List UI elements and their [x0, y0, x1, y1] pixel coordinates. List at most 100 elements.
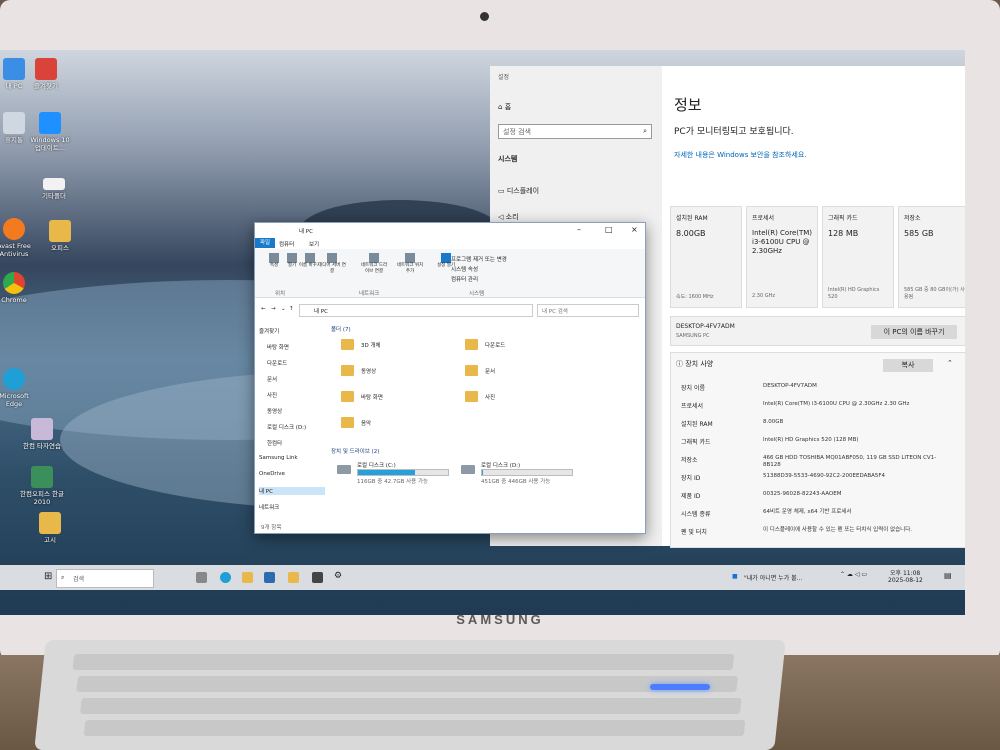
sidebar-item-display[interactable]: ▭ 디스플레이	[498, 186, 539, 196]
drive-d-usage-fill	[482, 470, 483, 475]
nav-item[interactable]: 다운로드	[267, 359, 287, 367]
ribbon-tabs: 파일 컴퓨터 보기	[255, 238, 645, 248]
content-pane: 폴더 (7) 3D 개체 다운로드 동영상 문서 바탕 화면 사진 음악 장치 및 드라이브…	[331, 323, 641, 519]
drive-c-usage-fill	[358, 470, 415, 475]
typing-app-icon	[31, 418, 53, 440]
start-button[interactable]: ⊞	[44, 571, 52, 582]
home-nav[interactable]: ⌂ 홈	[498, 102, 511, 112]
desktop-icon-edge[interactable]: Microsoft Edge	[0, 368, 36, 408]
desktop-icon-windows-update[interactable]: Windows 10 업데이트...	[28, 112, 72, 152]
taskbar-search-input[interactable]: ⌕ 검색	[56, 569, 154, 588]
nav-item[interactable]: Samsung Link	[259, 455, 298, 461]
search-icon: ⌕	[61, 574, 65, 581]
task-view-icon[interactable]	[196, 572, 207, 583]
webcam	[480, 12, 489, 21]
drive-c[interactable]: 로컬 디스크 (C:) 116GB 중 42.7GB 사용 가능	[337, 461, 467, 485]
close-icon[interactable]: ×	[631, 225, 638, 234]
explorer-search-input[interactable]: 내 PC 검색	[537, 304, 639, 317]
sidebar-item-sound[interactable]: ◁ 소리	[498, 212, 519, 222]
forward-arrow-icon[interactable]: →	[271, 306, 276, 312]
ribbon-command[interactable]: 네트워크 위치 추가	[395, 253, 425, 275]
monitor-brand-logo: SAMSUNG	[456, 612, 544, 627]
copy-button[interactable]: 복사	[883, 359, 933, 372]
tab-view[interactable]: 보기	[309, 240, 319, 248]
file-explorer-icon[interactable]	[242, 572, 253, 583]
tab-file[interactable]: 파일	[255, 238, 275, 248]
ribbon-command-icon	[405, 253, 415, 263]
ribbon-computer-management[interactable]: 컴퓨터 관리	[451, 275, 478, 283]
nav-item[interactable]: 로컬 디스크 (D:)	[267, 423, 306, 431]
windows-logo-icon	[39, 112, 61, 134]
minimize-icon[interactable]: –	[577, 225, 581, 234]
avast-icon	[3, 218, 25, 240]
nav-item[interactable]: 한컴타	[267, 439, 282, 447]
spec-value: 64비트 운영 체제, x64 기반 프로세서	[763, 509, 852, 515]
folder-icon[interactable]	[288, 572, 299, 583]
ribbon-system-properties[interactable]: 시스템 속성	[451, 265, 478, 273]
settings-section-label: 시스템	[498, 155, 518, 163]
gear-icon[interactable]: ⚙	[334, 571, 342, 581]
ram-card: 설치된 RAM 8.00GB 속도: 1600 MHz	[670, 206, 742, 308]
nav-item[interactable]: 바탕 화면	[267, 343, 289, 351]
desktop-icon-avast[interactable]: Avast Free Antivirus	[0, 218, 36, 258]
info-icon: ⓘ	[676, 360, 683, 368]
drives-header[interactable]: 장치 및 드라이브 (2)	[331, 447, 379, 455]
ribbon-command-icon	[369, 253, 379, 263]
folder-label: 사진	[485, 395, 496, 401]
specs-header[interactable]: ⓘ 장치 사양	[676, 359, 713, 369]
nav-item[interactable]: 내 PC	[259, 487, 325, 495]
nav-item[interactable]: 동영상	[267, 407, 282, 415]
back-arrow-icon[interactable]: ←	[261, 306, 266, 312]
ribbon-command[interactable]: 네트워크 드라이브 연결	[359, 253, 389, 275]
clock-date[interactable]: 2025-08-12	[888, 577, 923, 584]
folders-header[interactable]: 폴더 (7)	[331, 325, 351, 333]
monitor-icon: ▭	[498, 187, 505, 195]
drive-d-usage-bar	[481, 469, 573, 476]
nav-item[interactable]: 사진	[267, 391, 277, 399]
spec-value: 이 디스플레이에 사용할 수 있는 펜 또는 터치식 입력이 없습니다.	[763, 527, 913, 533]
spec-label: 저장소	[681, 457, 698, 464]
ribbon-command[interactable]: 미디어 서버 연결	[317, 253, 347, 275]
spec-label: 시스템 종류	[681, 511, 711, 518]
drive-d[interactable]: 로컬 디스크 (D:) 451GB 중 446GB 사용 가능	[461, 461, 591, 485]
maximize-icon[interactable]: □	[605, 225, 613, 234]
tray-icons[interactable]: ⌃ ☁ ◁ ▭	[840, 571, 867, 578]
ribbon-command-label: 네트워크 드라이브 연결	[360, 263, 388, 274]
edge-icon[interactable]	[220, 572, 231, 583]
desktop-icon-misc[interactable]: 기타폴더	[32, 178, 76, 200]
desktop-icon-favorites[interactable]: 즐겨찾기	[24, 58, 68, 90]
ribbon-command-label: 미디어 서버 연결	[318, 263, 346, 274]
nav-item[interactable]: 문서	[267, 375, 277, 383]
tab-computer[interactable]: 컴퓨터	[279, 240, 294, 248]
desktop-icon-typing[interactable]: 한컴 타자연습	[20, 418, 64, 450]
ribbon-uninstall[interactable]: 프로그램 제거 또는 변경	[451, 255, 507, 263]
desktop-icon-folder-gosi[interactable]: 고시	[28, 512, 72, 544]
notification-center-icon[interactable]: ▤	[944, 571, 952, 580]
folder-label: 음악	[361, 421, 372, 427]
chevron-down-icon[interactable]: ⌄	[281, 306, 286, 312]
recycle-bin-icon	[3, 112, 25, 134]
spec-value: 466 GB HDD TOSHIBA MQ01ABF050, 119 GB SS…	[763, 455, 937, 468]
security-link[interactable]: 자세한 내용은 Windows 보안을 참조하세요.	[674, 150, 807, 160]
nav-item[interactable]: 즐겨찾기	[259, 327, 279, 335]
up-arrow-icon[interactable]: ↑	[289, 306, 294, 312]
rename-pc-button[interactable]: 이 PC의 이름 바꾸기	[871, 325, 957, 339]
desktop-icon-hwp[interactable]: 한컴오피스 한글 2010	[20, 466, 64, 506]
edge-icon	[3, 368, 25, 390]
spec-value: Intel(R) Core(TM) i3-6100U CPU @ 2.30GHz…	[763, 401, 910, 407]
app-icon[interactable]	[312, 572, 323, 583]
notification-widget[interactable]: ■ "내가 아니면 누가 볼...	[732, 569, 822, 586]
desktop-icon-office[interactable]: 오피스	[38, 220, 82, 252]
chevron-up-icon[interactable]: ⌃	[947, 359, 953, 367]
store-icon[interactable]	[264, 572, 275, 583]
keyboard-led	[650, 684, 710, 690]
explorer-titlebar[interactable]: 내 PC – □ ×	[255, 223, 645, 237]
settings-search-input[interactable]: 설정 검색 ⌕	[498, 124, 652, 139]
page-title: 정보	[674, 96, 702, 114]
nav-item[interactable]: 네트워크	[259, 503, 279, 511]
desktop-icon-chrome[interactable]: Chrome	[0, 272, 36, 304]
address-bar[interactable]: 내 PC	[299, 304, 533, 317]
folder-label: 동영상	[361, 369, 377, 375]
clock-time[interactable]: 오후 11:08	[890, 568, 920, 577]
nav-item[interactable]: OneDrive	[259, 471, 285, 477]
